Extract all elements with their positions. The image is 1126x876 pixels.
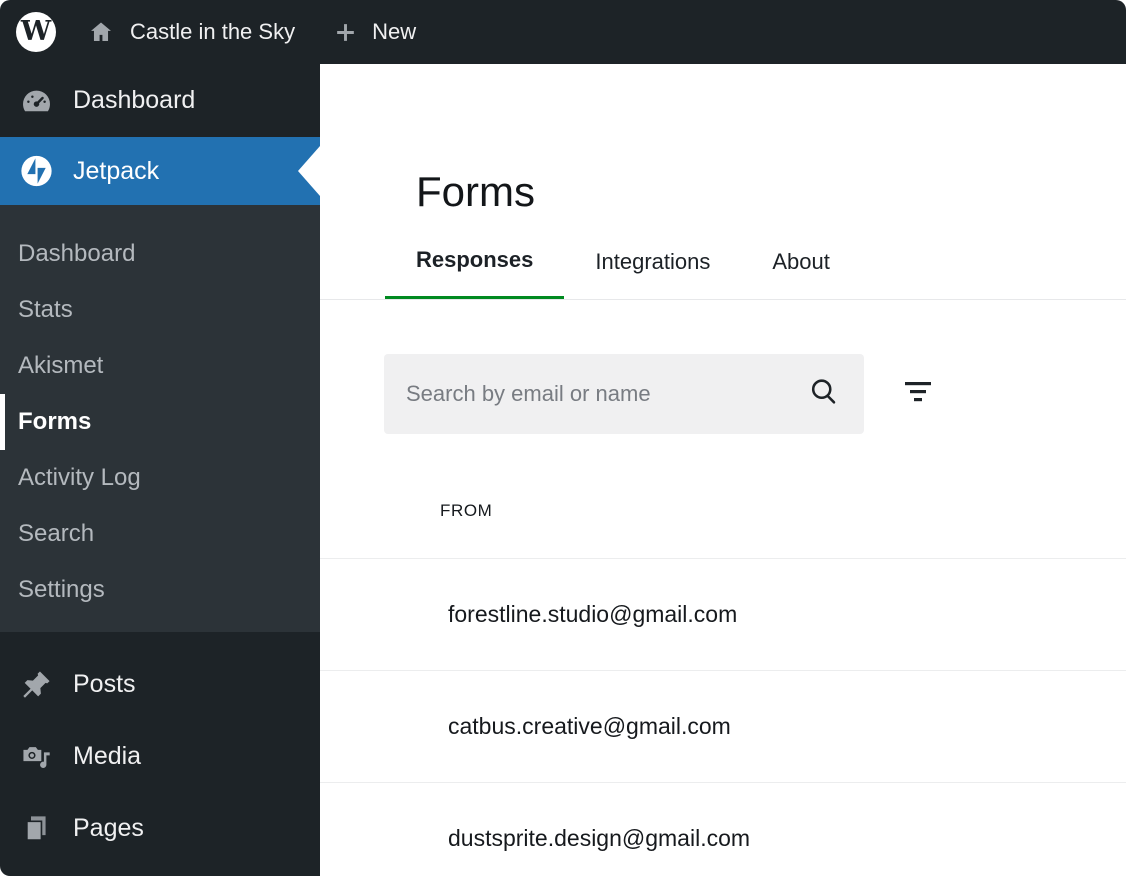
tab-divider [320,299,1126,300]
wordpress-logo[interactable]: W [16,12,56,52]
pushpin-icon [20,668,53,701]
admin-bar: W Castle in the Sky New [0,0,1126,64]
table-row[interactable]: dustsprite.design@gmail.com [320,783,1126,876]
sidebar-item-label: Dashboard [73,86,195,115]
table-row[interactable]: catbus.creative@gmail.com [320,671,1126,783]
submenu-item-settings[interactable]: Settings [0,562,320,618]
wordpress-logo-w: W [21,18,51,45]
sidebar-item-posts[interactable]: Posts [0,648,320,720]
sidebar-item-dashboard[interactable]: Dashboard [0,64,320,137]
sidebar-item-jetpack[interactable]: Jetpack [0,137,320,205]
search-input[interactable] [384,354,864,434]
jetpack-bolt-icon [20,155,53,188]
submenu-item-activity-log[interactable]: Activity Log [0,450,320,506]
filter-lines-icon [901,377,935,412]
submenu-item-forms[interactable]: Forms [0,394,320,450]
submenu-item-stats[interactable]: Stats [0,282,320,338]
responses-table: forestline.studio@gmail.com catbus.creat… [320,558,1126,876]
site-name-link[interactable]: Castle in the Sky [130,19,295,45]
admin-sidebar: Dashboard Jetpack Dashboard Stats Akisme… [0,64,320,876]
magnifier-icon [808,376,840,413]
response-email: dustsprite.design@gmail.com [448,825,750,852]
sidebar-item-pages[interactable]: Pages [0,792,320,864]
tab-bar: Responses Integrations About [385,224,861,300]
wordpress-admin-window: W Castle in the Sky New [0,0,1126,876]
search-box [384,354,864,434]
jetpack-submenu: Dashboard Stats Akismet Forms Activity L… [0,205,320,632]
stacked-pages-icon [20,812,53,845]
submenu-item-search[interactable]: Search [0,506,320,562]
home-icon[interactable] [88,19,114,45]
tab-integrations[interactable]: Integrations [564,224,741,300]
table-row[interactable]: forestline.studio@gmail.com [320,559,1126,671]
sidebar-item-media[interactable]: Media [0,720,320,792]
submenu-item-dashboard[interactable]: Dashboard [0,226,320,282]
gauge-icon [20,84,53,117]
sidebar-item-label: Posts [73,670,136,699]
column-header-from: FROM [440,501,492,521]
tab-about[interactable]: About [741,224,861,300]
response-email: forestline.studio@gmail.com [448,601,737,628]
tab-responses[interactable]: Responses [385,224,564,300]
response-email: catbus.creative@gmail.com [448,713,731,740]
filter-button[interactable] [898,374,938,414]
sidebar-item-label: Pages [73,814,144,843]
page-title: Forms [416,166,535,218]
camera-note-icon [20,740,53,773]
sidebar-item-label: Jetpack [73,157,159,186]
sidebar-bottom-group: Posts Media [0,632,320,864]
submenu-item-akismet[interactable]: Akismet [0,338,320,394]
new-button[interactable]: New [372,19,416,45]
forms-panel: Forms Responses Integrations About [320,64,1126,876]
sidebar-item-label: Media [73,742,141,771]
plus-icon[interactable] [333,20,358,45]
